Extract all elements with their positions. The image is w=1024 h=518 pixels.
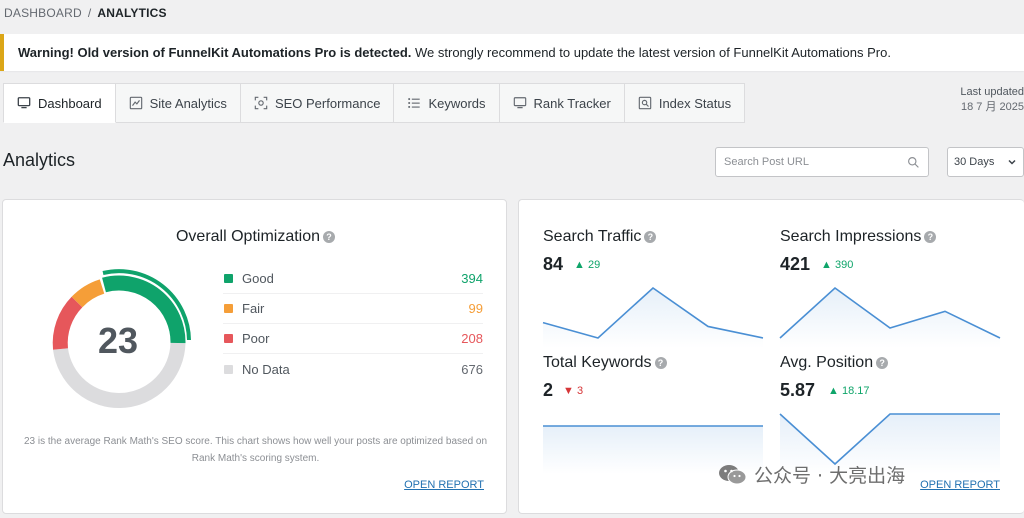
help-icon[interactable]: ? bbox=[644, 231, 657, 243]
legend-label: No Data bbox=[242, 361, 290, 377]
tab-site-analytics[interactable]: Site Analytics bbox=[115, 83, 241, 123]
legend-swatch-poor bbox=[224, 334, 233, 343]
overall-title: Overall Optimization bbox=[175, 228, 321, 245]
legend-label: Good bbox=[242, 271, 274, 286]
notice-text: We strongly recommend to update the late… bbox=[411, 45, 891, 60]
tab-label: Site Analytics bbox=[149, 95, 227, 111]
stat-search-traffic: Search Traffic? 84 ▲ 29 bbox=[542, 228, 764, 348]
tab-label: SEO Performance bbox=[274, 95, 381, 111]
stat-search-impressions: Search Impressions? 421 ▲ 390 bbox=[779, 228, 1001, 348]
stat-delta: ▲ 390 bbox=[821, 259, 854, 271]
monitor-icon bbox=[513, 97, 526, 109]
wechat-icon bbox=[719, 464, 747, 484]
tab-keywords[interactable]: Keywords bbox=[394, 83, 500, 123]
tab-seo-performance[interactable]: SEO Performance bbox=[240, 83, 395, 123]
legend-value: 208 bbox=[461, 331, 483, 346]
help-icon[interactable]: ? bbox=[323, 231, 336, 243]
analytics-tabs: Dashboard Site Analytics SEO Performance… bbox=[3, 83, 746, 123]
legend-row-poor[interactable]: Poor 208 bbox=[223, 324, 483, 354]
stat-total-keywords: Total Keywords? 2 ▼ 3 bbox=[543, 354, 763, 474]
card-title: Overall Optimization? bbox=[3, 228, 508, 246]
sparkline-area bbox=[780, 288, 1000, 348]
score-description: 23 is the average Rank Math's SEO score.… bbox=[23, 436, 488, 464]
sparkline-area bbox=[543, 288, 763, 348]
tab-dashboard[interactable]: Dashboard bbox=[3, 83, 116, 123]
watermark: 公众号 · 大亮出海 bbox=[718, 461, 905, 488]
search-icon[interactable] bbox=[907, 156, 920, 169]
last-updated-label: Last updated bbox=[960, 86, 1024, 98]
list-icon bbox=[408, 98, 421, 108]
monitor-icon bbox=[17, 97, 31, 109]
optimization-legend: Good 394 Fair 99 Poor 208 No Data 676 bbox=[223, 264, 483, 384]
stat-label: Search Traffic? bbox=[543, 228, 657, 246]
help-icon[interactable]: ? bbox=[924, 231, 937, 243]
open-report-link[interactable]: OPEN REPORT bbox=[404, 479, 484, 491]
stat-label: Search Impressions? bbox=[780, 228, 937, 246]
legend-row-nodata[interactable]: No Data 676 bbox=[223, 354, 483, 384]
stat-value: 421 bbox=[780, 254, 811, 274]
notice-bold-text: Warning! Old version of FunnelKit Automa… bbox=[18, 45, 412, 60]
last-updated-value: 18 7 月 2025 bbox=[961, 101, 1024, 113]
sparkline bbox=[542, 286, 764, 348]
legend-value: 99 bbox=[468, 301, 483, 316]
sparkline bbox=[779, 286, 1001, 348]
last-updated: Last updated 18 7 月 2025 bbox=[960, 85, 1024, 115]
donut-segment-fair bbox=[71, 279, 105, 308]
stat-label: Avg. Position? bbox=[780, 354, 889, 372]
stat-label: Total Keywords? bbox=[543, 354, 667, 372]
tab-index-status[interactable]: Index Status bbox=[624, 83, 746, 123]
stat-delta: ▲ 29 bbox=[574, 259, 601, 271]
tab-label: Keywords bbox=[428, 95, 486, 111]
search-icon bbox=[638, 96, 652, 110]
legend-value: 394 bbox=[461, 271, 483, 286]
breadcrumb-current: ANALYTICS bbox=[97, 6, 167, 20]
page-title: Analytics bbox=[3, 150, 76, 170]
breadcrumb-separator: / bbox=[87, 6, 92, 20]
overall-optimization-card: Overall Optimization? 23 Good 394 Fair 9… bbox=[2, 199, 507, 514]
legend-label: Fair bbox=[242, 301, 265, 316]
warning-notice: Warning! Old version of FunnelKit Automa… bbox=[0, 34, 1024, 71]
breadcrumb: DASHBOARD / ANALYTICS bbox=[4, 6, 167, 20]
legend-value: 676 bbox=[461, 361, 483, 377]
legend-row-good[interactable]: Good 394 bbox=[223, 264, 483, 294]
legend-swatch-nodata bbox=[224, 364, 233, 374]
search-post-url[interactable] bbox=[715, 147, 929, 177]
legend-swatch-good bbox=[224, 274, 233, 283]
open-report-link-right[interactable]: OPEN REPORT bbox=[920, 479, 1000, 491]
average-score: 23 bbox=[97, 320, 139, 361]
stat-value: 2 bbox=[543, 380, 554, 400]
breadcrumb-parent[interactable]: DASHBOARD bbox=[4, 6, 82, 20]
legend-label: Poor bbox=[242, 331, 270, 346]
legend-row-fair[interactable]: Fair 99 bbox=[223, 294, 483, 324]
tab-label: Rank Tracker bbox=[533, 95, 611, 111]
legend-swatch-fair bbox=[224, 304, 233, 313]
stat-value: 5.87 bbox=[780, 380, 816, 400]
tab-label: Index Status bbox=[658, 95, 732, 111]
target-icon bbox=[254, 96, 268, 110]
stat-avg-position: Avg. Position? 5.87 ▲ 18.17 bbox=[779, 354, 1000, 474]
stat-delta: ▼ 3 bbox=[563, 385, 584, 397]
search-input[interactable] bbox=[724, 156, 907, 168]
watermark-text: 公众号 · 大亮出海 bbox=[754, 465, 906, 487]
help-icon[interactable]: ? bbox=[654, 357, 667, 369]
stat-delta: ▲ 18.17 bbox=[828, 385, 870, 397]
tab-rank-tracker[interactable]: Rank Tracker bbox=[499, 83, 625, 123]
date-range-value: 30 Days bbox=[954, 156, 995, 168]
stat-value: 84 bbox=[543, 254, 564, 274]
chevron-down-icon bbox=[1008, 159, 1016, 165]
tab-label: Dashboard bbox=[38, 95, 102, 111]
date-range-select[interactable]: 30 Days bbox=[947, 147, 1024, 177]
help-icon[interactable]: ? bbox=[876, 357, 889, 369]
chart-icon bbox=[129, 96, 142, 110]
